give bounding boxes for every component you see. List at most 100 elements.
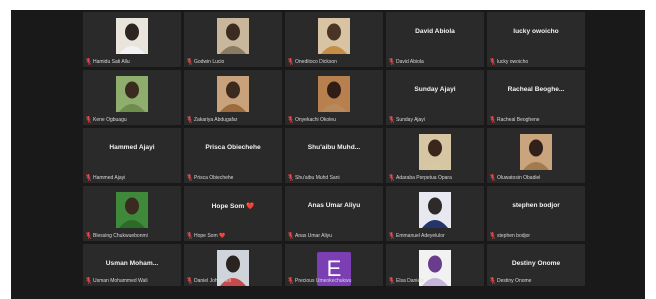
participant-tile[interactable]: lucky owoicho lucky owoicho [487,12,585,67]
muted-mic-icon [490,232,495,239]
participant-photo [217,76,249,112]
participant-name-bar: Zakariya Abdugafar [184,115,237,124]
participant-name-label: Racheal Beoghene [497,116,540,123]
participant-tile[interactable]: Blessing Chukwuebonmi [83,186,181,241]
muted-mic-icon [187,174,192,181]
participant-tile[interactable]: Godwin Lucio [184,12,282,67]
participant-name-label: Onyekachi Okoleu [295,116,336,123]
video-gallery: Hamidu Sati Allu Godwin Lucio Oneditoco Di… [11,10,645,299]
participant-tile[interactable]: Emmanuel Adeyelulor [386,186,484,241]
participant-tile[interactable]: Hope Som ❤️ Hope Som ❤️ [184,186,282,241]
participant-name-bar: Racheal Beoghene [487,115,540,124]
participant-name-label: Anas Umar Aliyu [295,232,332,239]
participant-name-bar: Oluwatosin Obadiel [487,173,540,182]
muted-mic-icon [86,277,91,284]
participant-display-name: Racheal Beoghe... [507,86,565,93]
participant-name-label: Godwin Lucio [194,58,225,65]
participant-tile[interactable]: Elsa Daniels [386,244,484,286]
participant-name-bar: Kene Ogbuagu [83,115,127,124]
participant-name-bar: Daniel Johannes [184,276,231,285]
participant-name-label: Usman Mohammed Wali [93,277,148,284]
muted-mic-icon [389,277,394,284]
participant-name-bar: Destiny Onome [487,276,531,285]
participant-tile[interactable]: Hammed Ajayi Hammed Ajayi [83,128,181,183]
muted-mic-icon [490,277,495,284]
participant-name-bar: Blessing Chukwuebonmi [83,231,148,240]
participant-name-label: Precious Umeokechukwu [295,277,352,284]
participant-name-bar: Hope Som ❤️ [184,231,225,240]
participant-name-bar: Godwin Lucio [184,57,224,66]
participant-photo [520,134,552,170]
participant-name-bar: Shu'aibu Muhd Sani [285,173,340,182]
participant-name-label: Hope Som ❤️ [194,232,226,239]
participant-display-name: Shu'aibu Muhd... [307,144,361,151]
participant-display-name: Hope Som ❤️ [211,203,255,210]
muted-mic-icon [389,174,394,181]
participant-tile[interactable]: stephen bodjor stephen bodjor [487,186,585,241]
participant-tile[interactable]: Kene Ogbuagu [83,70,181,125]
participant-tile[interactable]: Adaraba Perpetua Opara [386,128,484,183]
participant-name-label: Oneditoco Dickson [295,58,337,65]
participant-tile[interactable]: Prisca Obiechehe Prisca Obiechehe [184,128,282,183]
participant-grid: Hamidu Sati Allu Godwin Lucio Oneditoco Di… [83,12,593,299]
muted-mic-icon [288,58,293,65]
participant-display-name: Hammed Ajayi [109,144,155,151]
participant-photo [116,76,148,112]
participant-name-bar: Usman Mohammed Wali [83,276,148,285]
participant-tile[interactable]: Racheal Beoghe... Racheal Beoghene [487,70,585,125]
participant-display-name: Anas Umar Aliyu [307,202,361,209]
muted-mic-icon [187,58,192,65]
participant-photo [116,18,148,54]
participant-tile[interactable]: Daniel Johannes [184,244,282,286]
participant-photo [419,192,451,228]
participant-name-label: Emmanuel Adeyelulor [396,232,445,239]
participant-name-label: Kene Ogbuagu [93,116,127,123]
participant-name-bar: Anas Umar Aliyu [285,231,332,240]
participant-name-label: Zakariya Abdugafar [194,116,238,123]
muted-mic-icon [86,58,91,65]
muted-mic-icon [490,58,495,65]
participant-photo [116,192,148,228]
participant-name-label: stephen bodjor [497,232,531,239]
participant-tile[interactable]: Anas Umar Aliyu Anas Umar Aliyu [285,186,383,241]
participant-tile[interactable]: Destiny Onome Destiny Onome [487,244,585,286]
muted-mic-icon [187,116,192,123]
muted-mic-icon [187,232,192,239]
muted-mic-icon [288,116,293,123]
participant-name-label: Destiny Onome [497,277,532,284]
participant-name-bar: Onyekachi Okoleu [285,115,336,124]
participant-name-label: lucky owoicho [497,58,529,65]
participant-name-label: David Abiola [396,58,424,65]
participant-tile[interactable]: Oluwatosin Obadiel [487,128,585,183]
muted-mic-icon [187,277,192,284]
participant-name-label: Elsa Daniels [396,277,424,284]
participant-name-bar: Prisca Obiechehe [184,173,233,182]
participant-name-label: Hammed Ajayi [93,174,126,181]
participant-photo [217,18,249,54]
participant-display-name: Prisca Obiechehe [205,144,261,151]
participant-tile[interactable]: Shu'aibu Muhd... Shu'aibu Muhd Sani [285,128,383,183]
participant-tile[interactable]: Zakariya Abdugafar [184,70,282,125]
participant-name-bar: lucky owoicho [487,57,528,66]
participant-tile[interactable]: Onyekachi Okoleu [285,70,383,125]
participant-tile[interactable]: Usman Moham... Usman Mohammed Wali [83,244,181,286]
muted-mic-icon [86,174,91,181]
participant-name-label: Sunday Ajayi [396,116,425,123]
participant-name-label: Prisca Obiechehe [194,174,234,181]
muted-mic-icon [288,232,293,239]
participant-display-name: David Abiola [415,28,455,35]
participant-name-label: Daniel Johannes [194,277,232,284]
muted-mic-icon [86,232,91,239]
participant-display-name: Destiny Onome [511,260,561,267]
participant-name-label: Shu'aibu Muhd Sani [295,174,340,181]
muted-mic-icon [288,277,293,284]
participant-tile[interactable]: Hamidu Sati Allu [83,12,181,67]
participant-display-name: Sunday Ajayi [414,86,456,93]
participant-name-bar: David Abiola [386,57,424,66]
participant-tile[interactable]: Oneditoco Dickson [285,12,383,67]
muted-mic-icon [389,116,394,123]
participant-tile[interactable]: David Abiola David Abiola [386,12,484,67]
participant-tile[interactable]: Sunday Ajayi Sunday Ajayi [386,70,484,125]
muted-mic-icon [389,232,394,239]
participant-tile[interactable]: E Precious Umeokechukwu [285,244,383,286]
